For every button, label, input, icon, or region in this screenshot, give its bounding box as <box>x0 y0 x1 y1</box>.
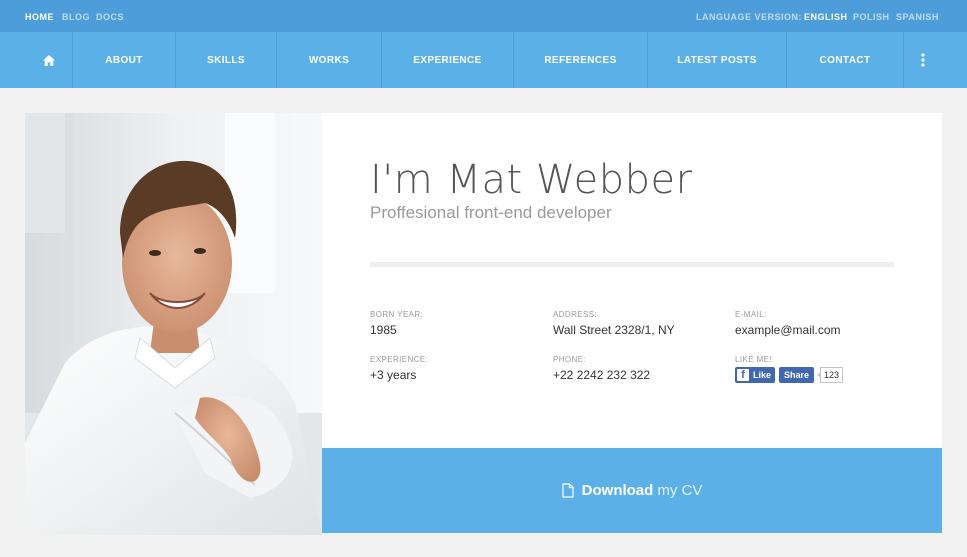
more-vertical-icon <box>921 53 925 67</box>
home-icon <box>42 54 55 66</box>
experience-value: +3 years <box>370 368 417 382</box>
language-english[interactable]: ENGLISH <box>804 12 848 22</box>
nav-about[interactable]: ABOUT <box>73 32 176 88</box>
field-experience: EXPERIENCE: +3 years <box>370 355 428 382</box>
download-label-light: my CV <box>657 482 703 499</box>
top-bar: HOME BLOG DOCS LANGUAGE VERSION: ENGLISH… <box>0 0 967 32</box>
experience-label: EXPERIENCE: <box>370 355 429 364</box>
facebook-like-label: Like <box>753 370 772 380</box>
like-me-label: LIKE ME! <box>735 355 772 364</box>
nav-skills[interactable]: SKILLS <box>176 32 277 88</box>
download-label-strong: Download <box>581 482 654 499</box>
top-link-blog[interactable]: BLOG <box>62 12 90 22</box>
nav-works[interactable]: WORKS <box>277 32 382 88</box>
nav-contact[interactable]: CONTACT <box>787 32 904 88</box>
facebook-share-button[interactable]: Share <box>779 367 815 383</box>
facebook-widget: f Like Share 123 <box>735 367 844 383</box>
field-address: ADDRESS: Wall Street 2328/1, NY <box>553 310 675 337</box>
language-polish[interactable]: POLISH <box>853 12 890 22</box>
profile-card: I'm Mat Webber Proffesional front-end de… <box>322 113 942 448</box>
language-spanish[interactable]: SPANISH <box>896 12 939 22</box>
field-phone: PHONE: +22 2242 232 322 <box>553 355 650 382</box>
address-value: Wall Street 2328/1, NY <box>553 323 675 337</box>
address-label: ADDRESS: <box>553 310 598 319</box>
email-label: E-MAIL: <box>735 310 767 319</box>
language-label: LANGUAGE VERSION: <box>696 12 803 22</box>
top-link-docs[interactable]: DOCS <box>96 12 124 22</box>
top-link-home[interactable]: HOME <box>25 12 54 22</box>
nav-more[interactable] <box>904 32 942 88</box>
divider <box>370 262 894 267</box>
nav-home[interactable] <box>25 32 73 88</box>
phone-value: +22 2242 232 322 <box>553 368 651 382</box>
facebook-icon: f <box>737 369 749 381</box>
profile-subtitle: Proffesional front-end developer <box>370 203 612 222</box>
download-cv-button[interactable]: Download my CV <box>322 448 942 533</box>
main-nav: ABOUT SKILLS WORKS EXPERIENCE REFERENCES… <box>0 32 967 88</box>
nav-references[interactable]: REFERENCES <box>514 32 648 88</box>
document-icon <box>562 483 574 498</box>
phone-label: PHONE: <box>553 355 587 364</box>
profile-photo <box>25 113 322 535</box>
born-year-label: BORN YEAR: <box>370 310 424 319</box>
email-value[interactable]: example@mail.com <box>735 323 841 337</box>
facebook-like-button[interactable]: f Like <box>735 367 776 383</box>
facebook-like-count: 123 <box>817 367 844 383</box>
nav-experience[interactable]: EXPERIENCE <box>382 32 514 88</box>
born-year-value: 1985 <box>370 323 397 337</box>
field-email: E-MAIL: example@mail.com <box>735 310 841 337</box>
field-like-me: LIKE ME! <box>735 355 772 364</box>
field-born-year: BORN YEAR: 1985 <box>370 310 423 337</box>
nav-latest-posts[interactable]: LATEST POSTS <box>648 32 787 88</box>
profile-name: I'm Mat Webber <box>370 157 693 203</box>
